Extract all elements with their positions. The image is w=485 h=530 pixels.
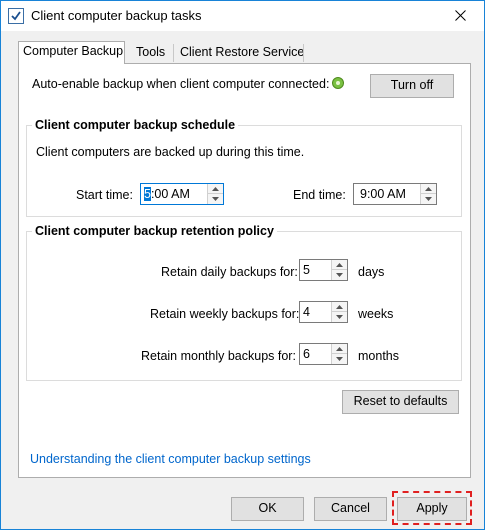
schedule-description: Client computers are backed up during th…	[36, 145, 305, 159]
daily-retention-value[interactable]: 5	[303, 263, 310, 277]
close-button[interactable]	[438, 1, 484, 31]
tab-separator	[303, 44, 304, 62]
spin-down-button[interactable]	[208, 194, 223, 204]
spin-down-button[interactable]	[332, 312, 347, 322]
arrow-down-icon	[212, 197, 219, 201]
window-title: Client computer backup tasks	[31, 8, 202, 23]
arrow-down-icon	[336, 273, 343, 277]
tab-separator	[173, 44, 174, 62]
start-time-label: Start time:	[76, 188, 133, 202]
tab-tools[interactable]: Tools	[132, 44, 169, 63]
spin-up-button[interactable]	[332, 344, 347, 354]
cancel-button[interactable]: Cancel	[314, 497, 387, 521]
end-time-value[interactable]: 9:00 AM	[360, 187, 406, 201]
arrow-down-icon	[336, 315, 343, 319]
arrow-up-icon	[336, 305, 343, 309]
tab-client-restore-service[interactable]: Client Restore Service	[176, 44, 308, 63]
checkbox-app-icon	[8, 8, 24, 24]
status-indicator-icon	[332, 77, 344, 89]
reset-to-defaults-button[interactable]: Reset to defaults	[342, 390, 459, 414]
weekly-retention-unit: weeks	[358, 307, 394, 321]
title-bar: Client computer backup tasks	[1, 1, 484, 31]
daily-retention-unit: days	[358, 265, 385, 279]
spin-down-button[interactable]	[332, 270, 347, 280]
daily-retention-spinner[interactable]: 5	[299, 259, 348, 281]
monthly-retention-spinner[interactable]: 6	[299, 343, 348, 365]
monthly-retention-value[interactable]: 6	[303, 347, 310, 361]
ok-button[interactable]: OK	[231, 497, 304, 521]
arrow-down-icon	[336, 357, 343, 361]
spin-down-button[interactable]	[421, 194, 436, 204]
auto-enable-label: Auto-enable backup when client computer …	[32, 77, 330, 91]
start-time-value[interactable]: 5:00 AM	[144, 187, 190, 201]
spin-up-button[interactable]	[332, 260, 347, 270]
help-link[interactable]: Understanding the client computer backup…	[30, 452, 311, 466]
monthly-retention-unit: months	[358, 349, 399, 363]
tab-computer-backup[interactable]: Computer Backup	[18, 41, 125, 64]
close-icon[interactable]	[455, 10, 466, 21]
weekly-retention-label: Retain weekly backups for:	[150, 307, 300, 321]
arrow-up-icon	[425, 187, 432, 191]
weekly-retention-value[interactable]: 4	[303, 305, 310, 319]
spin-up-button[interactable]	[421, 184, 436, 194]
arrow-down-icon	[425, 197, 432, 201]
weekly-retention-spinner[interactable]: 4	[299, 301, 348, 323]
retention-group-title: Client computer backup retention policy	[32, 224, 277, 238]
end-time-spinner[interactable]: 9:00 AM	[353, 183, 437, 205]
schedule-group-title: Client computer backup schedule	[32, 118, 239, 132]
arrow-up-icon	[336, 263, 343, 267]
apply-highlight-box	[392, 491, 472, 525]
dialog-window: Client computer backup tasks Computer Ba…	[0, 0, 485, 530]
daily-retention-label: Retain daily backups for:	[161, 265, 298, 279]
spin-up-button[interactable]	[208, 184, 223, 194]
spin-up-button[interactable]	[332, 302, 347, 312]
spin-down-button[interactable]	[332, 354, 347, 364]
arrow-up-icon	[336, 347, 343, 351]
start-time-spinner[interactable]: 5:00 AM	[140, 183, 224, 205]
turn-off-button[interactable]: Turn off	[370, 74, 454, 98]
arrow-up-icon	[212, 187, 219, 191]
end-time-label: End time:	[293, 188, 346, 202]
monthly-retention-label: Retain monthly backups for:	[141, 349, 296, 363]
